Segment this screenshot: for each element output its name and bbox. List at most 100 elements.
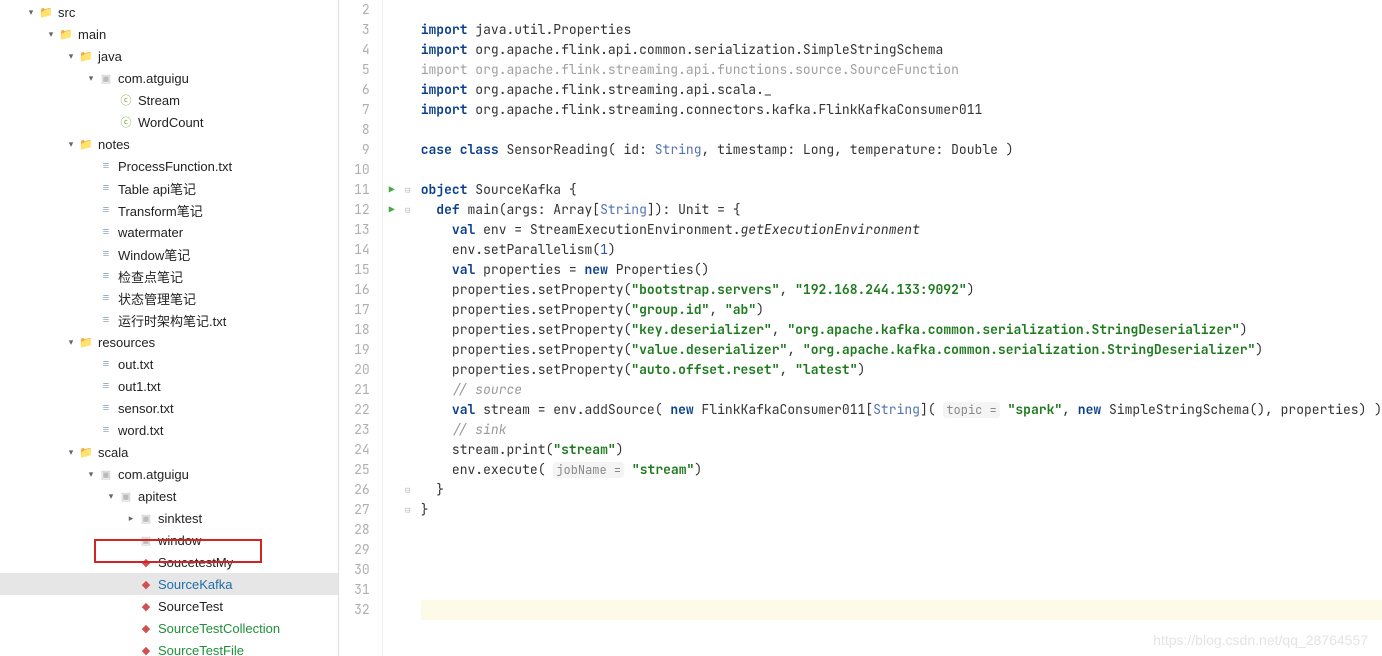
- pkg-icon: ▣: [98, 70, 114, 86]
- tree-item-out-txt[interactable]: ≡out.txt: [0, 353, 338, 375]
- tree-item-com-atguigu[interactable]: ▾▣com.atguigu: [0, 67, 338, 89]
- tree-item-stream[interactable]: ⓒStream: [0, 89, 338, 111]
- tree-item-java[interactable]: ▾📁java: [0, 45, 338, 67]
- tree-item-sinktest[interactable]: ▸▣sinktest: [0, 507, 338, 529]
- tree-item-com-atguigu[interactable]: ▾▣com.atguigu: [0, 463, 338, 485]
- tree-item-wordcount[interactable]: ⓒWordCount: [0, 111, 338, 133]
- tree-item-label: watermater: [118, 225, 183, 240]
- code-line[interactable]: val properties = new Properties(): [421, 260, 1382, 280]
- chevron-down-icon[interactable]: ▾: [84, 73, 98, 84]
- code-line[interactable]: [421, 520, 1382, 540]
- line-number: 32: [339, 600, 370, 620]
- tree-item-word-txt[interactable]: ≡word.txt: [0, 419, 338, 441]
- code-line[interactable]: import org.apache.flink.streaming.connec…: [421, 100, 1382, 120]
- code-line[interactable]: import org.apache.flink.api.common.seria…: [421, 40, 1382, 60]
- fold-blank: [401, 160, 415, 180]
- code-line[interactable]: }: [421, 480, 1382, 500]
- tree-item-window-[interactable]: ≡Window笔记: [0, 243, 338, 265]
- code-area[interactable]: import java.util.Propertiesimport org.ap…: [415, 0, 1382, 656]
- tree-item-sensor-txt[interactable]: ≡sensor.txt: [0, 397, 338, 419]
- code-line[interactable]: [421, 120, 1382, 140]
- tree-item-sourcetestcollection[interactable]: ◆SourceTestCollection: [0, 617, 338, 639]
- code-line[interactable]: import org.apache.flink.streaming.api.fu…: [421, 60, 1382, 80]
- tree-item-label: resources: [98, 335, 155, 350]
- tree-item-soucetestmy[interactable]: ◆SoucetestMy: [0, 551, 338, 573]
- pkg-icon: ▣: [118, 488, 134, 504]
- code-line[interactable]: [421, 540, 1382, 560]
- code-line[interactable]: import java.util.Properties: [421, 20, 1382, 40]
- code-line[interactable]: import org.apache.flink.streaming.api.sc…: [421, 80, 1382, 100]
- code-line[interactable]: properties.setProperty("bootstrap.server…: [421, 280, 1382, 300]
- gutter-run-marks[interactable]: ▶▶: [383, 0, 401, 656]
- run-gutter-icon[interactable]: ▶: [383, 180, 401, 200]
- line-number: 14: [339, 240, 370, 260]
- code-line[interactable]: env.setParallelism(1): [421, 240, 1382, 260]
- chevron-down-icon[interactable]: ▾: [44, 29, 58, 40]
- tree-item-sourcetest[interactable]: ◆SourceTest: [0, 595, 338, 617]
- tree-item-resources[interactable]: ▾📁resources: [0, 331, 338, 353]
- tree-item-transform-[interactable]: ≡Transform笔记: [0, 199, 338, 221]
- chevron-down-icon[interactable]: ▾: [84, 469, 98, 480]
- tree-item--[interactable]: ≡状态管理笔记: [0, 287, 338, 309]
- tree-item-scala[interactable]: ▾📁scala: [0, 441, 338, 463]
- code-line[interactable]: // source: [421, 380, 1382, 400]
- tree-item-processfunction-txt[interactable]: ≡ProcessFunction.txt: [0, 155, 338, 177]
- chevron-down-icon[interactable]: ▾: [64, 337, 78, 348]
- tree-item-src[interactable]: ▾📁src: [0, 1, 338, 23]
- line-number: 25: [339, 460, 370, 480]
- chevron-down-icon[interactable]: ▾: [64, 139, 78, 150]
- code-line[interactable]: case class SensorReading( id: String, ti…: [421, 140, 1382, 160]
- code-line[interactable]: object SourceKafka {: [421, 180, 1382, 200]
- tree-item-window[interactable]: ▣window: [0, 529, 338, 551]
- tree-item-sourcetestfile[interactable]: ◆SourceTestFile: [0, 639, 338, 656]
- tree-item-apitest[interactable]: ▾▣apitest: [0, 485, 338, 507]
- chevron-down-icon[interactable]: ▾: [64, 51, 78, 62]
- fold-blank: [401, 260, 415, 280]
- gutter-blank: [383, 20, 401, 40]
- fold-toggle-icon[interactable]: ⊟: [401, 480, 415, 500]
- run-gutter-icon[interactable]: ▶: [383, 200, 401, 220]
- fold-toggle-icon[interactable]: ⊟: [401, 500, 415, 520]
- project-tree[interactable]: ▾📁src▾📁main▾📁java▾▣com.atguiguⓒStreamⓒWo…: [0, 0, 339, 656]
- tree-item-out1-txt[interactable]: ≡out1.txt: [0, 375, 338, 397]
- code-line[interactable]: }: [421, 500, 1382, 520]
- code-line[interactable]: [421, 580, 1382, 600]
- line-number: 3: [339, 20, 370, 40]
- fold-toggle-icon[interactable]: ⊟: [401, 180, 415, 200]
- code-line[interactable]: [421, 560, 1382, 580]
- gutter-blank: [383, 420, 401, 440]
- chevron-right-icon[interactable]: ▸: [124, 513, 138, 524]
- line-number: 9: [339, 140, 370, 160]
- fold-toggle-icon[interactable]: ⊟: [401, 200, 415, 220]
- code-line[interactable]: properties.setProperty("group.id", "ab"): [421, 300, 1382, 320]
- tree-item-notes[interactable]: ▾📁notes: [0, 133, 338, 155]
- tree-item--[interactable]: ≡检查点笔记: [0, 265, 338, 287]
- tree-item-table-api-[interactable]: ≡Table api笔记: [0, 177, 338, 199]
- chevron-down-icon[interactable]: ▾: [24, 7, 38, 18]
- code-line[interactable]: properties.setProperty("key.deserializer…: [421, 320, 1382, 340]
- code-line[interactable]: val stream = env.addSource( new FlinkKaf…: [421, 400, 1382, 420]
- tree-item-watermater[interactable]: ≡watermater: [0, 221, 338, 243]
- code-line[interactable]: [421, 0, 1382, 20]
- code-line[interactable]: [421, 600, 1382, 620]
- code-editor[interactable]: 2345678910111213141516171819202122232425…: [339, 0, 1382, 656]
- code-line[interactable]: env.execute( jobName = "stream"): [421, 460, 1382, 480]
- chevron-down-icon[interactable]: ▾: [64, 447, 78, 458]
- code-line[interactable]: def main(args: Array[String]): Unit = {: [421, 200, 1382, 220]
- code-line[interactable]: properties.setProperty("auto.offset.rese…: [421, 360, 1382, 380]
- gutter-blank: [383, 120, 401, 140]
- txt-icon: ≡: [98, 290, 114, 306]
- code-line[interactable]: stream.print("stream"): [421, 440, 1382, 460]
- code-line[interactable]: // sink: [421, 420, 1382, 440]
- code-line[interactable]: val env = StreamExecutionEnvironment.get…: [421, 220, 1382, 240]
- line-number: 29: [339, 540, 370, 560]
- code-line[interactable]: properties.setProperty("value.deserializ…: [421, 340, 1382, 360]
- line-number: 23: [339, 420, 370, 440]
- tree-item--txt[interactable]: ≡运行时架构笔记.txt: [0, 309, 338, 331]
- line-number: 17: [339, 300, 370, 320]
- tree-item-sourcekafka[interactable]: ◆SourceKafka: [0, 573, 338, 595]
- chevron-down-icon[interactable]: ▾: [104, 491, 118, 502]
- tree-item-main[interactable]: ▾📁main: [0, 23, 338, 45]
- code-line[interactable]: [421, 160, 1382, 180]
- fold-column[interactable]: ⊟⊟⊟⊟: [401, 0, 415, 656]
